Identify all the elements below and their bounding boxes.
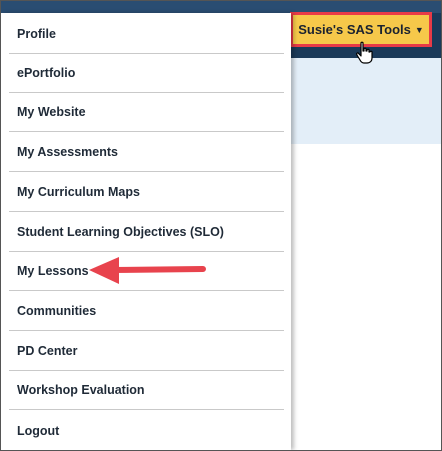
- sas-tools-dropdown-menu: Profile ePortfolio My Website My Assessm…: [1, 13, 291, 450]
- menu-item-label: Student Learning Objectives (SLO): [17, 225, 224, 239]
- menu-item-communities[interactable]: Communities: [9, 292, 284, 331]
- menu-item-logout[interactable]: Logout: [9, 411, 284, 450]
- hand-cursor-icon: [356, 41, 373, 64]
- menu-item-label: Workshop Evaluation: [17, 383, 145, 397]
- screenshot-frame: Susie's SAS Tools ▼ Profile ePortfolio M…: [0, 0, 442, 451]
- menu-item-label: My Assessments: [17, 145, 118, 159]
- menu-item-label: PD Center: [17, 344, 78, 358]
- menu-item-eportfolio[interactable]: ePortfolio: [9, 54, 284, 93]
- menu-item-label: Communities: [17, 304, 97, 318]
- menu-item-label: ePortfolio: [17, 66, 76, 80]
- menu-item-label: My Lessons: [17, 264, 89, 278]
- red-arrow-annotation-icon: [89, 257, 206, 284]
- menu-item-label: Profile: [17, 27, 56, 41]
- sas-tools-label: Susie's SAS Tools: [298, 22, 411, 37]
- menu-item-pd-center[interactable]: PD Center: [9, 332, 284, 371]
- menu-item-label: My Curriculum Maps: [17, 185, 140, 199]
- caret-down-icon: ▼: [414, 24, 424, 35]
- page-content-band: [291, 58, 441, 144]
- menu-item-my-assessments[interactable]: My Assessments: [9, 133, 284, 172]
- menu-item-label: My Website: [17, 105, 86, 119]
- menu-item-workshop-evaluation[interactable]: Workshop Evaluation: [9, 371, 284, 410]
- menu-item-my-website[interactable]: My Website: [9, 93, 284, 132]
- menu-item-profile[interactable]: Profile: [9, 15, 284, 54]
- menu-item-label: Logout: [17, 423, 60, 438]
- menu-item-slo[interactable]: Student Learning Objectives (SLO): [9, 213, 284, 252]
- menu-item-my-curriculum-maps[interactable]: My Curriculum Maps: [9, 173, 284, 212]
